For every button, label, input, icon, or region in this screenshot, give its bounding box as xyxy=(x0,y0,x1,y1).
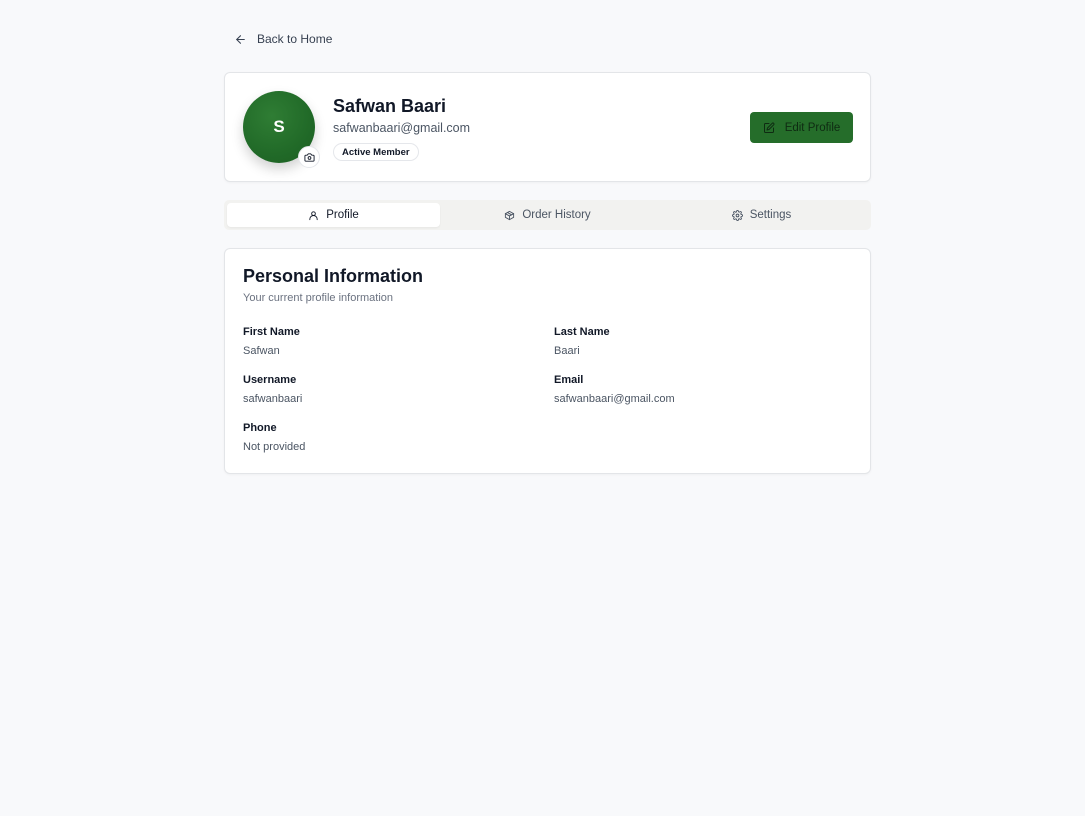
field-label: Phone xyxy=(243,422,277,434)
section-subtitle: Your current profile information xyxy=(243,292,394,304)
tab-label: Settings xyxy=(749,209,792,221)
field-label: Email xyxy=(554,374,584,386)
arrow-left-icon xyxy=(236,34,245,44)
package-icon xyxy=(505,210,515,220)
edit-profile-label: Edit Profile xyxy=(784,121,841,134)
user-name: Safwan Baari xyxy=(333,96,447,116)
tab-settings[interactable]: Settings xyxy=(655,203,868,227)
field-label: First Name xyxy=(243,326,300,338)
tab-order-history[interactable]: Order History xyxy=(441,203,654,227)
email-field: Email safwanbaari@gmail.com xyxy=(554,374,834,405)
edit-profile-button[interactable]: Edit Profile xyxy=(750,112,853,143)
profile-header-card: S Safwan Baari safwanbaari@gmail.com Act… xyxy=(224,72,871,182)
back-to-home-link[interactable]: Back to Home xyxy=(234,30,332,48)
tab-label: Profile xyxy=(326,209,359,221)
field-value: safwanbaari@gmail.com xyxy=(554,393,675,405)
personal-information-card: Personal Information Your current profil… xyxy=(224,248,871,474)
field-value: Safwan xyxy=(243,345,280,357)
field-label: Username xyxy=(243,374,297,386)
field-value: Baari xyxy=(554,345,580,357)
back-to-home-label: Back to Home xyxy=(257,32,333,46)
edit-icon xyxy=(763,121,775,133)
last-name-field: Last Name Baari xyxy=(554,326,834,357)
camera-icon xyxy=(303,152,315,162)
section-title: Personal Information xyxy=(243,266,424,286)
profile-tabs: Profile Order History Settings xyxy=(224,200,871,230)
field-label: Last Name xyxy=(554,326,610,338)
user-icon xyxy=(309,210,318,220)
field-value: Not provided xyxy=(243,441,306,453)
first-name-field: First Name Safwan xyxy=(243,326,523,357)
change-photo-button[interactable] xyxy=(298,146,320,168)
gear-icon xyxy=(731,209,743,221)
user-email: safwanbaari@gmail.com xyxy=(333,121,471,135)
username-field: Username safwanbaari xyxy=(243,374,523,405)
tab-profile[interactable]: Profile xyxy=(227,203,440,227)
field-value: safwanbaari xyxy=(243,393,303,405)
tab-label: Order History xyxy=(522,209,591,221)
status-badge: Active Member xyxy=(333,143,419,161)
avatar-initial: S xyxy=(273,117,285,136)
phone-field: Phone Not provided xyxy=(243,422,523,453)
